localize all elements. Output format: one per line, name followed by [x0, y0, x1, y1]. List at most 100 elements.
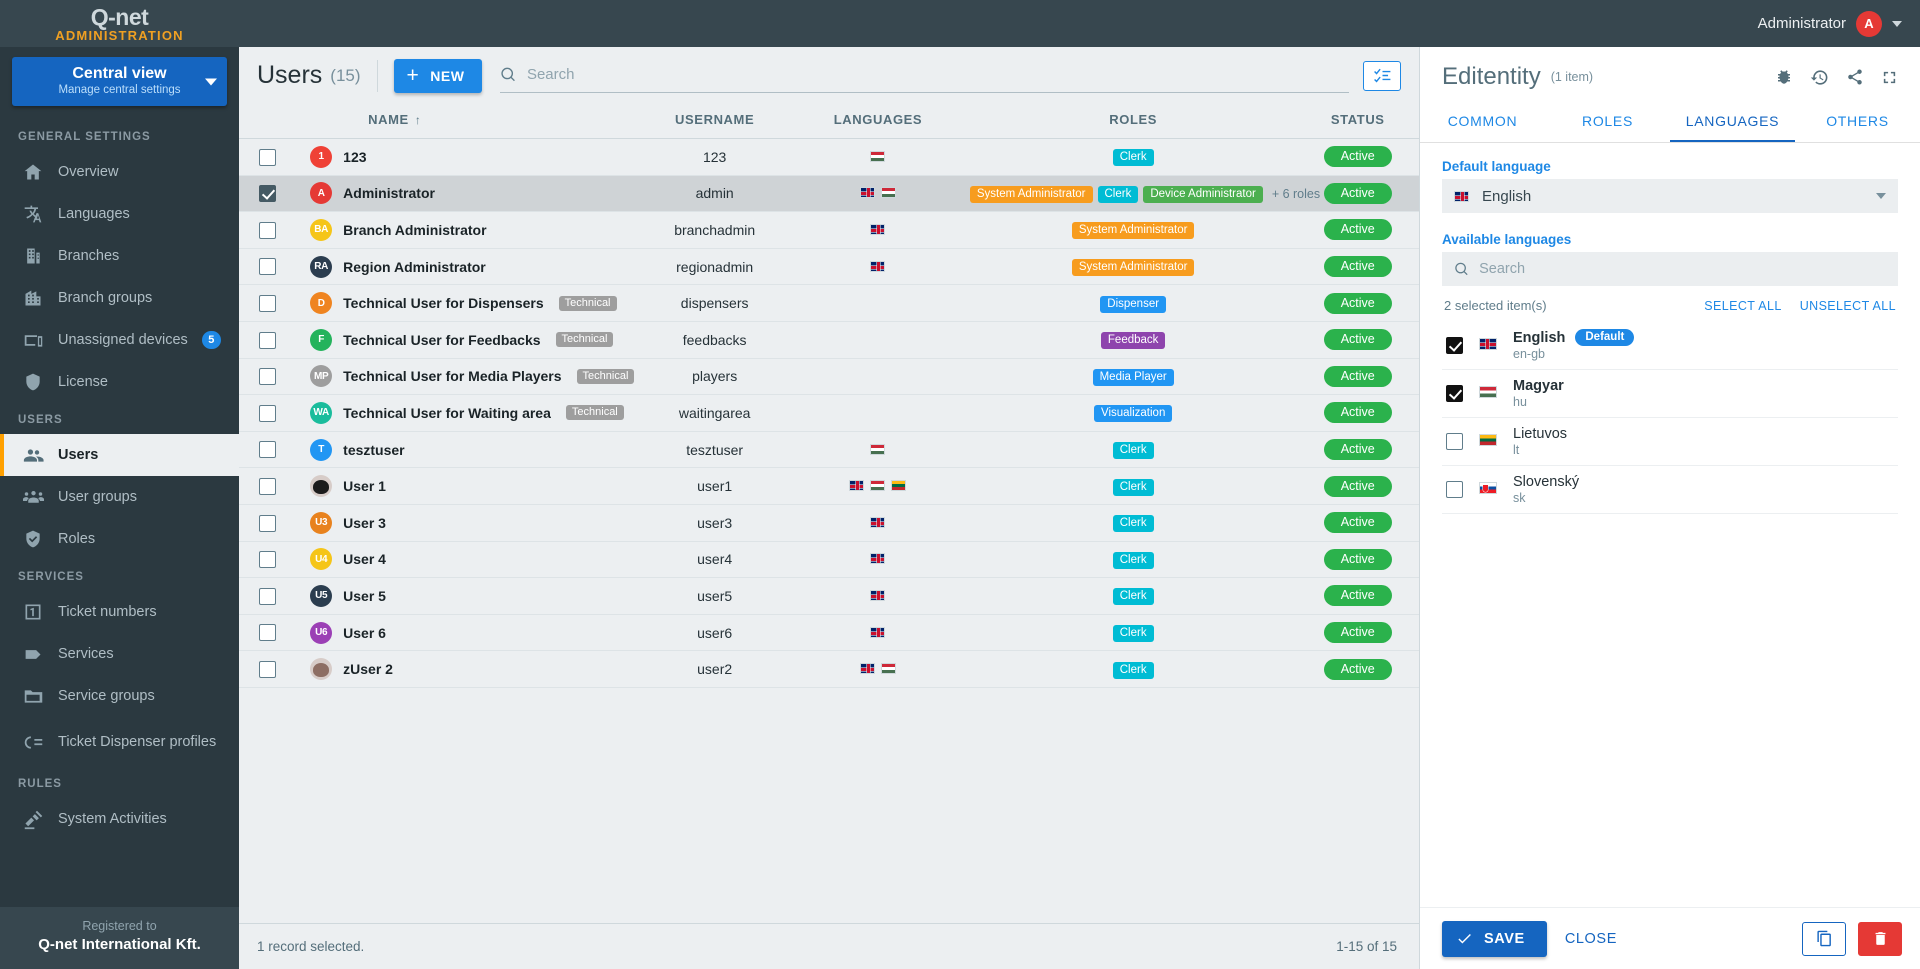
language-checkbox[interactable]: [1446, 336, 1463, 354]
default-language-select[interactable]: English: [1442, 179, 1898, 213]
tab-others[interactable]: OTHERS: [1795, 103, 1920, 142]
row-checkbox-cell: [239, 651, 296, 688]
sidebar-item-system-activities[interactable]: System Activities: [0, 798, 239, 840]
tab-common[interactable]: COMMON: [1420, 103, 1545, 142]
selection-mode-button[interactable]: [1363, 60, 1401, 91]
history-icon[interactable]: [1810, 68, 1829, 87]
language-code: en-gb: [1513, 347, 1545, 361]
row-checkbox[interactable]: [259, 624, 276, 642]
search-input[interactable]: [526, 65, 1349, 83]
table-row[interactable]: BA Branch Administrator branchadmin System …: [239, 212, 1419, 249]
sidebar-item-ticket-dispenser-profiles[interactable]: Ticket Dispenser profiles: [0, 717, 239, 767]
flag-gb-icon: [1454, 190, 1469, 202]
table-row[interactable]: U6 User 6 user6 Clerk Active: [239, 614, 1419, 651]
row-name-cell: U4 User 4: [296, 541, 643, 578]
table-row[interactable]: U3 User 3 user3 Clerk Active: [239, 504, 1419, 542]
search-icon: [501, 67, 516, 81]
row-checkbox-cell: [239, 285, 296, 322]
table-row[interactable]: MP Technical User for Media Players Techni…: [239, 358, 1419, 395]
row-name-cell: F Technical User for Feedbacks Technical: [296, 321, 643, 358]
table-row[interactable]: RA Region Administrator regionadmin System …: [239, 248, 1419, 285]
language-checkbox[interactable]: [1446, 385, 1463, 402]
table-row[interactable]: U5 User 5 user5 Clerk Active: [239, 578, 1419, 615]
sidebar-nav: GENERAL SETTINGS Overview Languages Branche…: [0, 112, 239, 907]
table-row[interactable]: Ttesztuser tesztuser Clerk Active: [239, 431, 1419, 468]
language-list-item[interactable]: English Default en-gb: [1442, 321, 1898, 370]
tab-roles[interactable]: ROLES: [1545, 103, 1670, 142]
table-row[interactable]: U4 User 4 user4 Clerk Active: [239, 541, 1419, 578]
fullscreen-icon[interactable]: [1881, 69, 1898, 86]
select-all-button[interactable]: SELECT ALL: [1704, 299, 1781, 313]
col-header-name[interactable]: NAME ↑: [296, 104, 644, 139]
sidebar-item-services[interactable]: Services: [0, 633, 239, 675]
table-row[interactable]: F Technical User for Feedbacks Technical fe…: [239, 321, 1419, 359]
language-list-item[interactable]: Slovenský sk: [1442, 466, 1898, 514]
sidebar-item-service-groups[interactable]: Service groups: [0, 675, 239, 717]
role-badge: System Administrator: [969, 185, 1093, 203]
sidebar-item-label: Users: [58, 446, 99, 463]
table-row[interactable]: A Administrator admin System Administrator C…: [239, 175, 1419, 212]
sidebar-item-roles[interactable]: Roles: [0, 518, 239, 560]
row-checkbox[interactable]: [259, 295, 276, 313]
sidebar-item-overview[interactable]: Overview: [0, 151, 239, 193]
table-row[interactable]: zUser 2 user2 Clerk Active: [239, 651, 1419, 688]
language-list-item[interactable]: Magyar hu: [1442, 370, 1898, 418]
col-header-status[interactable]: STATUS: [1296, 104, 1419, 139]
sidebar-item-license[interactable]: License: [0, 361, 239, 403]
language-list-item[interactable]: Lietuvos lt: [1442, 418, 1898, 466]
table-row[interactable]: User 1 user1 Clerk Active: [239, 468, 1419, 505]
new-button[interactable]: + NEW: [393, 58, 483, 93]
row-username: regionadmin: [676, 258, 754, 275]
table-row[interactable]: 1 123 123 Clerk Active: [239, 139, 1419, 176]
chevron-down-icon[interactable]: [1892, 20, 1902, 27]
row-checkbox[interactable]: [259, 478, 276, 496]
sidebar-item-languages[interactable]: Languages: [0, 193, 239, 235]
sidebar-item-branch-groups[interactable]: Branch groups: [0, 277, 239, 319]
avatar[interactable]: A: [1856, 10, 1882, 37]
sidebar-item-ticket-numbers[interactable]: Ticket numbers: [0, 591, 239, 633]
row-checkbox[interactable]: [259, 404, 276, 422]
sidebar-item-branches[interactable]: Branches: [0, 235, 239, 277]
delete-button[interactable]: [1858, 921, 1902, 956]
sidebar-item-users[interactable]: Users: [0, 434, 239, 476]
close-button[interactable]: CLOSE: [1565, 931, 1617, 947]
sidebar-item-user-groups[interactable]: User groups: [0, 476, 239, 518]
row-checkbox[interactable]: [259, 258, 276, 276]
col-header-username[interactable]: USERNAME: [643, 104, 787, 139]
share-icon[interactable]: [1846, 68, 1864, 86]
avatar: U4: [310, 548, 333, 571]
row-checkbox[interactable]: [259, 661, 276, 678]
table-row[interactable]: D Technical User for Dispensers Technical d…: [239, 285, 1419, 322]
row-checkbox[interactable]: [259, 587, 276, 605]
language-search-input[interactable]: [1479, 261, 1886, 277]
avatar: MP: [310, 365, 333, 388]
save-button[interactable]: SAVE: [1442, 920, 1547, 957]
sidebar-item-unassigned-devices[interactable]: Unassigned devices 5: [0, 319, 239, 361]
row-checkbox[interactable]: [259, 514, 276, 532]
row-checkbox[interactable]: [259, 551, 276, 569]
technical-tag: Technical: [565, 405, 624, 421]
tab-languages[interactable]: LANGUAGES: [1670, 103, 1795, 142]
row-checkbox[interactable]: [259, 185, 276, 203]
language-checkbox[interactable]: [1446, 433, 1463, 450]
col-header-roles[interactable]: ROLES: [969, 104, 1297, 139]
row-checkbox[interactable]: [259, 148, 276, 166]
table-row[interactable]: WA Technical User for Waiting area Technic…: [239, 395, 1419, 432]
unselect-all-button[interactable]: UNSELECT ALL: [1800, 299, 1896, 313]
view-selector-title: Central view: [72, 65, 167, 82]
selection-row: 2 selected item(s) SELECT ALL UNSELECT A…: [1442, 296, 1898, 321]
duplicate-button[interactable]: [1802, 921, 1846, 956]
row-checkbox[interactable]: [259, 441, 276, 459]
row-checkbox[interactable]: [259, 368, 276, 386]
row-name-cell: User 1: [296, 468, 643, 505]
language-checkbox[interactable]: [1446, 481, 1463, 498]
view-selector[interactable]: Central view Manage central settings: [12, 57, 227, 106]
row-status: Active: [1296, 541, 1419, 578]
registered-company: Q-net International Kft.: [38, 936, 201, 953]
row-checkbox[interactable]: [259, 221, 276, 239]
row-checkbox[interactable]: [259, 331, 276, 349]
row-name-cell: zUser 2: [296, 651, 643, 688]
col-header-languages[interactable]: LANGUAGES: [786, 104, 970, 139]
row-languages: [786, 431, 970, 468]
bug-icon[interactable]: [1775, 68, 1793, 86]
